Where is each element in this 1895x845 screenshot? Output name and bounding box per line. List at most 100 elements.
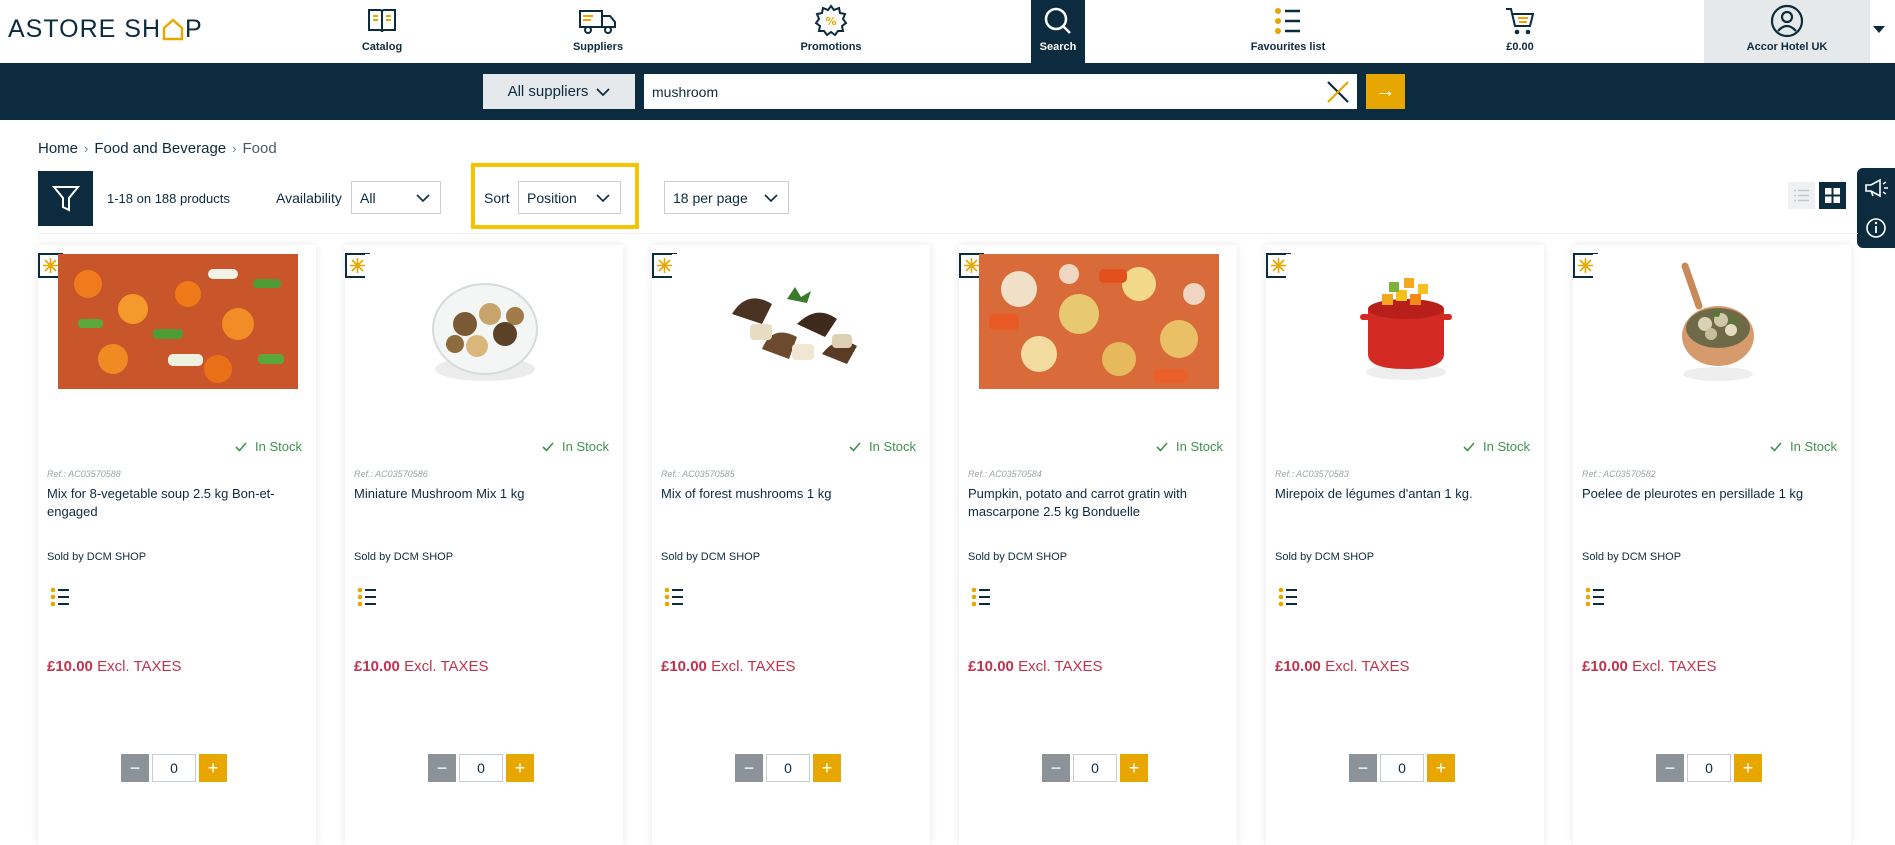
megaphone-icon[interactable] (1863, 178, 1889, 198)
account-caret-icon[interactable] (1873, 26, 1885, 33)
product-image[interactable] (672, 254, 912, 389)
product-card[interactable]: In Stock Ref.: AC03570583 Mirepoix de lé… (1266, 245, 1544, 845)
decrease-quantity-button[interactable]: − (121, 754, 149, 782)
increase-quantity-button[interactable]: + (1734, 754, 1762, 782)
sort-select[interactable]: Position (518, 181, 621, 214)
favourites-list-icon (1268, 4, 1308, 38)
product-name[interactable]: Pumpkin, potato and carrot gratin with m… (968, 485, 1228, 521)
checkmark-icon (849, 441, 861, 452)
product-name[interactable]: Mix for 8-vegetable soup 2.5 kg Bon-et-e… (47, 485, 307, 521)
checkmark-icon (1463, 441, 1475, 452)
product-price: £10.00 Excl. TAXES (968, 658, 1103, 675)
stock-status: In Stock (849, 439, 916, 454)
price-amount: £10.00 (661, 658, 707, 675)
checkmark-icon (1156, 441, 1168, 452)
quantity-input[interactable] (1687, 754, 1731, 782)
increase-quantity-button[interactable]: + (1120, 754, 1148, 782)
add-to-favourites-icon[interactable] (971, 587, 991, 607)
decrease-quantity-button[interactable]: − (1656, 754, 1684, 782)
seller-label: Sold by DCM SHOP (354, 551, 454, 563)
store-logo[interactable]: ASTORE SH P (8, 14, 203, 44)
add-to-favourites-icon[interactable] (1585, 587, 1605, 607)
quantity-input[interactable] (152, 754, 196, 782)
stock-label: In Stock (562, 439, 609, 454)
stock-status: In Stock (235, 439, 302, 454)
increase-quantity-button[interactable]: + (199, 754, 227, 782)
nav-promotions[interactable]: % Promotions (785, 0, 877, 63)
nav-search-label: Search (1039, 41, 1077, 53)
add-to-favourites-icon[interactable] (50, 587, 70, 607)
decrease-quantity-button[interactable]: − (428, 754, 456, 782)
nav-favourites-label: Favourites list (1250, 41, 1326, 53)
nav-catalog-label: Catalog (361, 41, 403, 53)
decrease-quantity-button[interactable]: − (1349, 754, 1377, 782)
chevron-down-icon (596, 87, 611, 96)
grid-view-button[interactable] (1819, 182, 1846, 209)
stock-status: In Stock (1463, 439, 1530, 454)
arrow-right-icon: → (1375, 80, 1396, 102)
sort-label: Sort (484, 190, 510, 206)
quantity-stepper: − + (121, 754, 227, 782)
product-price: £10.00 Excl. TAXES (1275, 658, 1410, 675)
search-icon (1038, 4, 1078, 38)
product-card[interactable]: In Stock Ref.: AC03570585 Mix of forest … (652, 245, 930, 845)
account-name: Accor Hotel UK (1746, 41, 1828, 53)
search-input[interactable] (644, 74, 1357, 109)
product-ref: Ref.: AC03570585 (661, 469, 735, 479)
account-menu[interactable]: Accor Hotel UK (1704, 0, 1870, 63)
stock-label: In Stock (1176, 439, 1223, 454)
nav-suppliers[interactable]: Suppliers (555, 0, 641, 63)
list-view-button[interactable] (1788, 182, 1815, 209)
product-name[interactable]: Mix of forest mushrooms 1 kg (661, 485, 921, 503)
clear-search-icon[interactable] (1326, 80, 1350, 104)
nav-catalog[interactable]: Catalog (339, 0, 425, 63)
add-to-favourites-icon[interactable] (1278, 587, 1298, 607)
top-navigation: ASTORE SH P Catalog Suppliers % Promotio… (0, 0, 1895, 63)
info-icon[interactable] (1865, 217, 1887, 239)
product-image[interactable] (979, 254, 1219, 389)
breadcrumb-home[interactable]: Home (38, 140, 78, 157)
product-ref: Ref.: AC03570586 (354, 469, 428, 479)
product-card[interactable]: In Stock Ref.: AC03570582 Poelee de pleu… (1573, 245, 1851, 845)
product-name[interactable]: Miniature Mushroom Mix 1 kg (354, 485, 614, 503)
availability-label: Availability (276, 190, 342, 206)
increase-quantity-button[interactable]: + (506, 754, 534, 782)
price-tax-note: Excl. TAXES (404, 658, 489, 675)
increase-quantity-button[interactable]: + (813, 754, 841, 782)
price-amount: £10.00 (47, 658, 93, 675)
nav-search[interactable]: Search (1031, 0, 1085, 63)
stock-status: In Stock (1156, 439, 1223, 454)
checkmark-icon (235, 441, 247, 452)
product-name[interactable]: Mirepoix de légumes d'antan 1 kg. (1275, 485, 1535, 503)
quantity-input[interactable] (1380, 754, 1424, 782)
nav-favourites[interactable]: Favourites list (1245, 0, 1331, 63)
sort-value: Position (527, 189, 577, 206)
search-submit-button[interactable]: → (1366, 74, 1405, 109)
product-image[interactable] (58, 254, 298, 389)
quantity-input[interactable] (1073, 754, 1117, 782)
product-card[interactable]: In Stock Ref.: AC03570588 Mix for 8-vege… (38, 245, 316, 845)
decrease-quantity-button[interactable]: − (1042, 754, 1070, 782)
breadcrumb-category[interactable]: Food and Beverage (94, 140, 226, 157)
nav-cart[interactable]: £0.00 (1495, 0, 1545, 63)
availability-select[interactable]: All (351, 181, 441, 214)
per-page-select[interactable]: 18 per page (664, 181, 789, 214)
product-name[interactable]: Poelee de pleurotes en persillade 1 kg (1582, 485, 1842, 503)
supplier-filter-button[interactable]: All suppliers (483, 74, 635, 109)
product-image[interactable] (1286, 254, 1526, 389)
product-image[interactable] (1593, 254, 1833, 389)
quantity-stepper: − + (735, 754, 841, 782)
grid-view-icon (1825, 188, 1840, 203)
quantity-input[interactable] (459, 754, 503, 782)
quantity-input[interactable] (766, 754, 810, 782)
decrease-quantity-button[interactable]: − (735, 754, 763, 782)
product-card[interactable]: In Stock Ref.: AC03570584 Pumpkin, potat… (959, 245, 1237, 845)
product-card[interactable]: In Stock Ref.: AC03570586 Miniature Mush… (345, 245, 623, 845)
filter-button[interactable] (38, 171, 93, 226)
add-to-favourites-icon[interactable] (664, 587, 684, 607)
price-amount: £10.00 (354, 658, 400, 675)
increase-quantity-button[interactable]: + (1427, 754, 1455, 782)
add-to-favourites-icon[interactable] (357, 587, 377, 607)
price-amount: £10.00 (1275, 658, 1321, 675)
product-image[interactable] (365, 254, 605, 389)
